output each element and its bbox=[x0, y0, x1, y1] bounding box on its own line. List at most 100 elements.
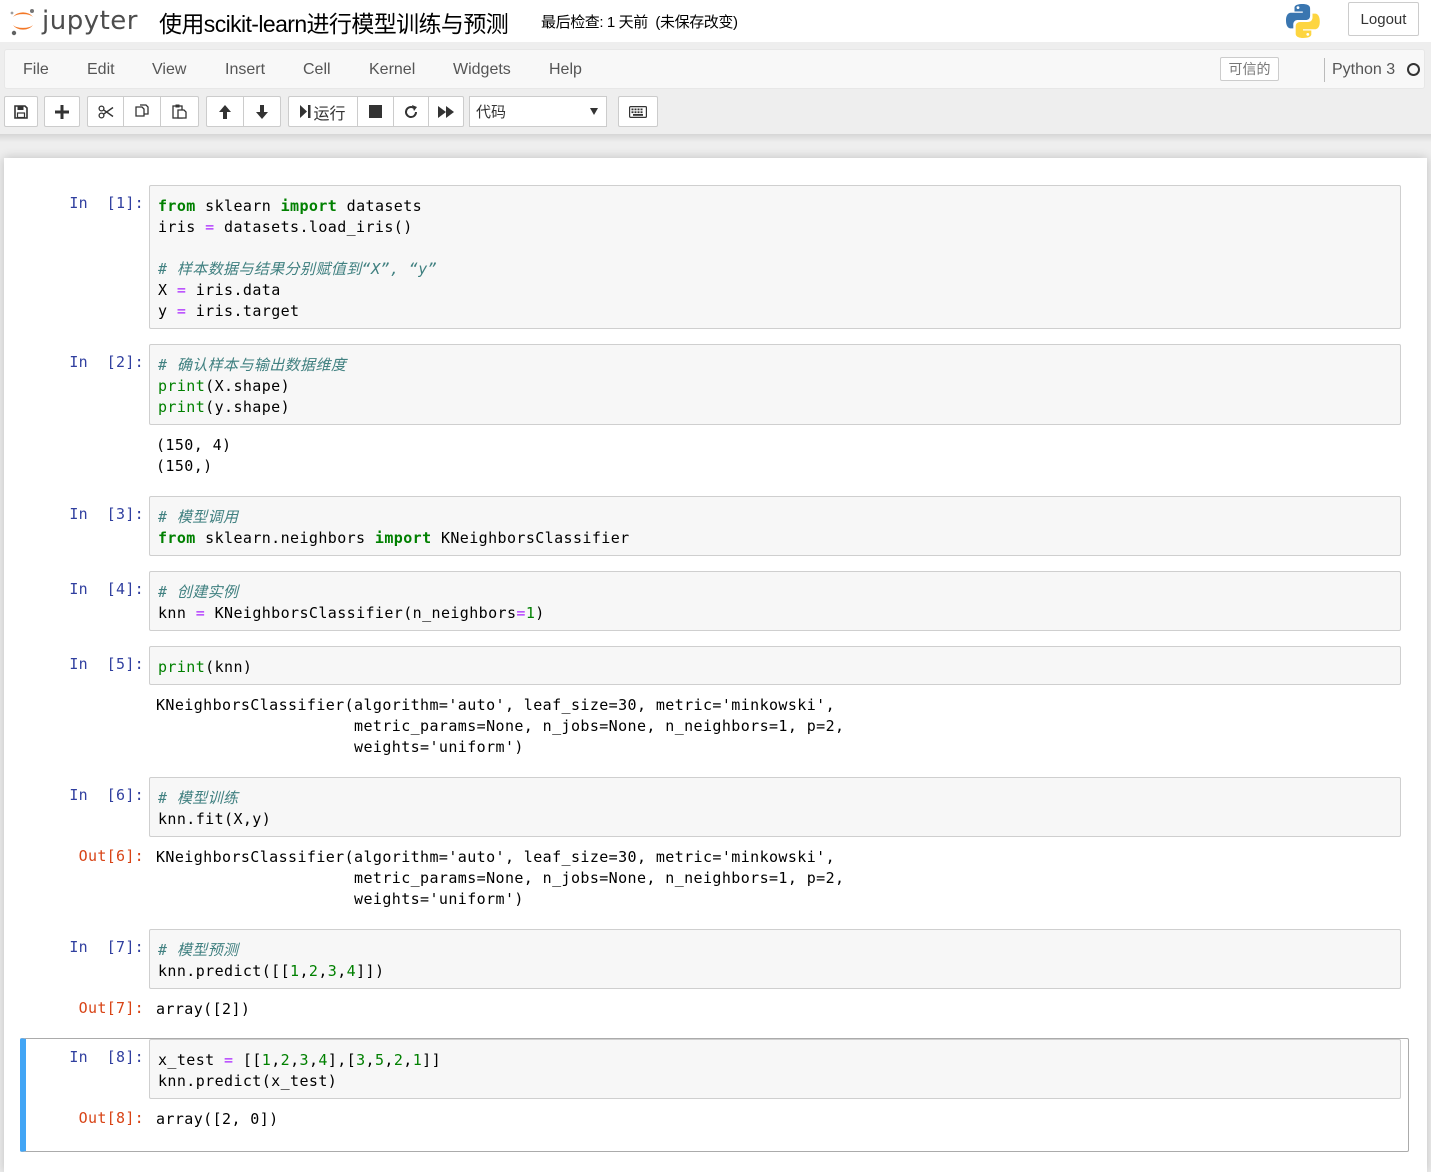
code-line: x_test = [[1,2,3,4],[3,5,2,1]] bbox=[158, 1050, 1392, 1071]
code-input[interactable]: x_test = [[1,2,3,4],[3,5,2,1]] knn.predic… bbox=[149, 1039, 1401, 1099]
input-prompt: In [2]: bbox=[69, 353, 144, 371]
output-prompt: Out[8]: bbox=[78, 1109, 144, 1127]
checkpoint-text: 最后检查: 1 天前 bbox=[541, 14, 648, 31]
code-input[interactable]: from sklearn import datasets iris = datas… bbox=[149, 185, 1401, 329]
menu-edit[interactable]: Edit bbox=[87, 61, 115, 79]
code-token: , bbox=[365, 1051, 375, 1069]
menu-help[interactable]: Help bbox=[549, 61, 582, 79]
code-cell[interactable]: In [1]: from sklearn import datasets iris … bbox=[4, 185, 1427, 329]
code-token: iris bbox=[158, 218, 206, 236]
code-input[interactable]: # 模型训练 knn.fit(X,y) bbox=[149, 777, 1401, 837]
code-line: # 创建实例 bbox=[158, 582, 1392, 603]
code-input[interactable]: # 确认样本与输出数据维度 print(X.shape) print(y.shape… bbox=[149, 344, 1401, 425]
code-cell[interactable]: In [6]: # 模型训练 knn.fit(X,y) Out[6]: KNeighbo… bbox=[4, 777, 1427, 910]
code-token: iris.target bbox=[186, 302, 300, 320]
copy-button[interactable] bbox=[123, 96, 161, 127]
code-cell[interactable]: In [7]: # 模型预测 knn.predict([[1,2,3,4]]) Out… bbox=[4, 929, 1427, 1020]
python-logo-icon bbox=[1286, 4, 1320, 38]
interrupt-kernel-button[interactable] bbox=[357, 96, 394, 127]
code-token: , bbox=[384, 1051, 394, 1069]
kernel-divider bbox=[1324, 58, 1325, 82]
code-input[interactable]: # 模型调用 from sklearn.neighbors import KNei… bbox=[149, 496, 1401, 556]
code-token: (knn) bbox=[205, 658, 253, 676]
code-cell[interactable]: In [5]: print(knn) KNeighborsClassifier(al… bbox=[4, 646, 1427, 758]
keyboard-icon bbox=[629, 105, 647, 118]
code-token: knn bbox=[158, 604, 196, 622]
code-input[interactable]: # 创建实例 knn = KNeighborsClassifier(n_neigh… bbox=[149, 571, 1401, 631]
code-token: (X.shape) bbox=[205, 377, 291, 395]
code-comment: # 模型调用 bbox=[158, 508, 239, 526]
save-icon bbox=[14, 104, 28, 119]
copy-icon bbox=[134, 104, 149, 117]
run-button[interactable]: 运行 bbox=[288, 96, 358, 127]
restart-kernel-button[interactable] bbox=[393, 96, 429, 127]
save-button[interactable] bbox=[4, 96, 38, 127]
code-line: iris = datasets.load_iris() bbox=[158, 217, 1392, 238]
fast-forward-icon bbox=[438, 105, 454, 118]
code-cell[interactable]: In [4]: # 创建实例 knn = KNeighborsClassifier(… bbox=[4, 571, 1427, 631]
run-label: 运行 bbox=[313, 105, 346, 123]
code-line: from sklearn.neighbors import KNeighbors… bbox=[158, 528, 1392, 549]
logout-button[interactable]: Logout bbox=[1348, 2, 1419, 36]
cut-icon bbox=[97, 104, 113, 119]
output-prompt: Out[7]: bbox=[78, 999, 144, 1017]
menu-kernel[interactable]: Kernel bbox=[369, 61, 415, 79]
move-down-button[interactable] bbox=[243, 96, 281, 127]
code-token: ]]) bbox=[356, 962, 385, 980]
jupyter-logo[interactable]: jupyter bbox=[8, 4, 138, 38]
code-cell[interactable]: In [8]: x_test = [[1,2,3,4],[3,5,2,1]] knn… bbox=[4, 1039, 1427, 1130]
code-token: (y.shape) bbox=[205, 398, 291, 416]
insert-cell-button[interactable] bbox=[44, 96, 80, 127]
cell-type-value: 代码 bbox=[476, 104, 507, 121]
code-line: knn.predict(x_test) bbox=[158, 1071, 1392, 1092]
command-palette-button[interactable] bbox=[618, 96, 658, 127]
code-token: ]] bbox=[422, 1051, 442, 1069]
code-token: 3 bbox=[327, 962, 338, 980]
code-line: X = iris.data bbox=[158, 280, 1392, 301]
notebook-title[interactable]: 使用scikit-learn进行模型训练与预测 bbox=[159, 5, 509, 39]
code-token: sklearn.neighbors bbox=[195, 529, 375, 547]
menu-widgets[interactable]: Widgets bbox=[453, 61, 511, 79]
arrow-up-icon bbox=[219, 104, 231, 119]
code-line: # 确认样本与输出数据维度 bbox=[158, 355, 1392, 376]
code-token: 3 bbox=[299, 1051, 309, 1069]
code-cell[interactable]: In [3]: # 模型调用 from sklearn.neighbors impo… bbox=[4, 496, 1427, 556]
code-token: datasets bbox=[337, 197, 423, 215]
code-cell[interactable]: In [2]: # 确认样本与输出数据维度 print(X.shape) print(… bbox=[4, 344, 1427, 477]
cell-output: (150, 4) (150,) bbox=[149, 435, 1401, 477]
code-token: = bbox=[205, 218, 215, 236]
menu-view[interactable]: View bbox=[152, 61, 186, 79]
paste-button[interactable] bbox=[160, 96, 199, 127]
code-token: KNeighborsClassifier bbox=[431, 529, 630, 547]
trusted-badge[interactable]: 可信的 bbox=[1220, 57, 1279, 81]
code-line: knn = KNeighborsClassifier(n_neighbors=1… bbox=[158, 603, 1392, 624]
code-line: knn.predict([[1,2,3,4]]) bbox=[158, 961, 1392, 982]
code-input[interactable]: # 模型预测 knn.predict([[1,2,3,4]]) bbox=[149, 929, 1401, 989]
output-line: weights='uniform') bbox=[156, 890, 524, 908]
code-token: print bbox=[158, 377, 206, 395]
output-line: (150,) bbox=[156, 457, 213, 475]
code-token: = bbox=[195, 604, 206, 622]
menu-file[interactable]: File bbox=[23, 61, 49, 79]
code-token: y bbox=[158, 302, 177, 320]
menu-cell[interactable]: Cell bbox=[303, 61, 331, 79]
code-line: print(knn) bbox=[158, 657, 1392, 678]
code-token: 1 bbox=[412, 1051, 423, 1069]
code-token: ) bbox=[535, 604, 545, 622]
jupyter-logo-icon bbox=[10, 9, 34, 36]
code-input[interactable]: print(knn) bbox=[149, 646, 1401, 685]
cut-button[interactable] bbox=[87, 96, 124, 127]
menu-insert[interactable]: Insert bbox=[225, 61, 265, 79]
code-token: 2 bbox=[308, 962, 319, 980]
menubar: File Edit View Insert Cell Kernel Widget… bbox=[4, 49, 1425, 89]
code-line: # 模型预测 bbox=[158, 940, 1392, 961]
move-up-button[interactable] bbox=[206, 96, 244, 127]
restart-run-all-button[interactable] bbox=[428, 96, 464, 127]
code-token: import bbox=[374, 529, 432, 547]
kernel-name[interactable]: Python 3 bbox=[1332, 61, 1395, 79]
code-line: # 模型调用 bbox=[158, 507, 1392, 528]
code-token: KNeighborsClassifier(n_neighbors bbox=[205, 604, 517, 622]
code-token: = bbox=[176, 302, 187, 320]
code-token: x_test bbox=[158, 1051, 225, 1069]
cell-type-select[interactable]: 代码 bbox=[469, 96, 607, 127]
